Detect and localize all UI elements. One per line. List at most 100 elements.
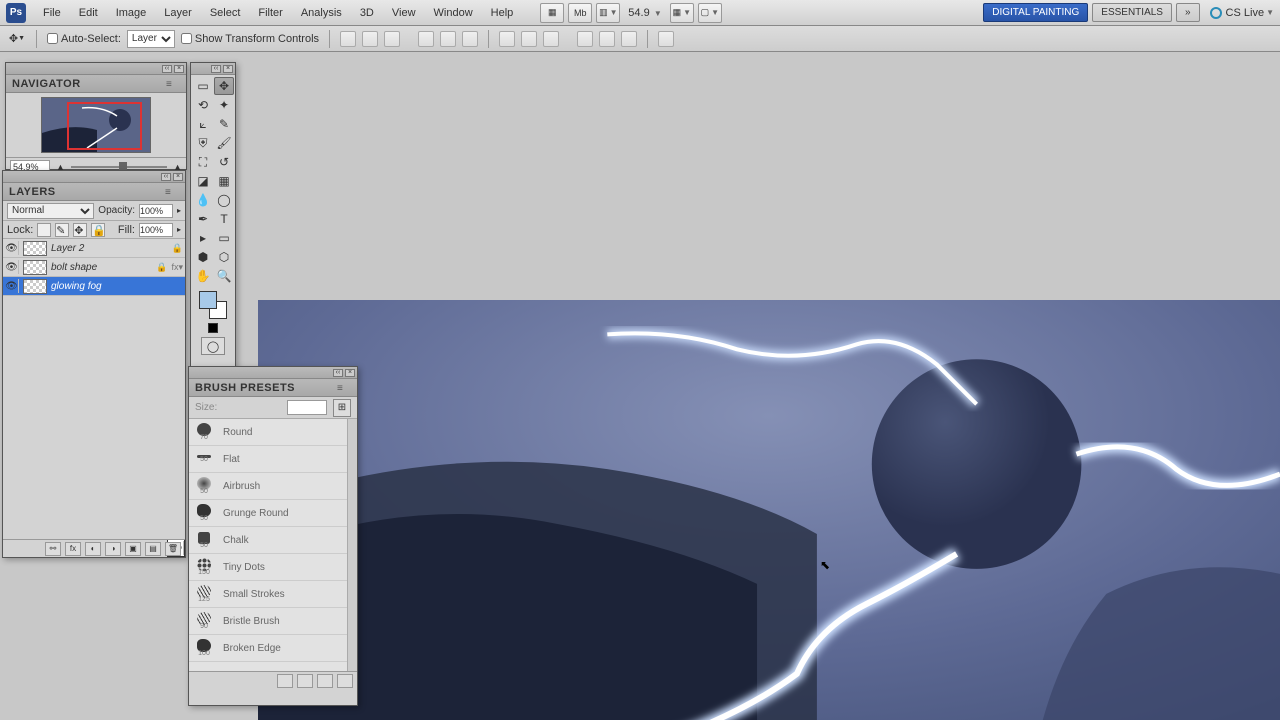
brush-preset-row[interactable]: 125Small Strokes	[189, 581, 357, 608]
delete-brush-icon[interactable]	[337, 674, 353, 688]
distribute-top-icon[interactable]	[499, 31, 515, 47]
layer-row[interactable]: 👁 Layer 2🔒	[3, 239, 185, 258]
layer-thumbnail[interactable]	[23, 260, 47, 275]
distribute-right-icon[interactable]	[621, 31, 637, 47]
brush-opt1-icon[interactable]	[277, 674, 293, 688]
zoom-tool-icon[interactable]: 🔍	[214, 267, 234, 285]
lasso-tool-icon[interactable]: ⟲	[193, 96, 213, 114]
brush-preset-row[interactable]: 90Bristle Brush	[189, 608, 357, 635]
type-tool-icon[interactable]: T	[214, 210, 234, 228]
brush-preset-row[interactable]: 100Broken Edge	[189, 635, 357, 662]
layer-name[interactable]: glowing fog	[51, 281, 183, 292]
panel-close-icon[interactable]: ×	[174, 65, 184, 73]
auto-select-checkbox[interactable]: Auto-Select:	[47, 33, 121, 45]
3d-tool-icon[interactable]: ⬢	[193, 248, 213, 266]
wand-tool-icon[interactable]: ✦	[214, 96, 234, 114]
fx-icon[interactable]: fx▾	[171, 262, 183, 273]
layer-thumbnail[interactable]	[23, 241, 47, 256]
marquee-tool-icon[interactable]: ▭	[193, 77, 213, 95]
panel-close-icon[interactable]: ×	[345, 369, 355, 377]
panel-collapse-icon[interactable]: ‹‹	[211, 65, 221, 73]
align-right-icon[interactable]	[462, 31, 478, 47]
brush-opt2-icon[interactable]	[297, 674, 313, 688]
panel-collapse-icon[interactable]: ‹‹	[162, 65, 172, 73]
panel-collapse-icon[interactable]: ‹‹	[161, 173, 171, 181]
align-top-icon[interactable]	[340, 31, 356, 47]
fill-flyout-icon[interactable]: ▸	[177, 225, 181, 234]
auto-select-dropdown[interactable]: Layer	[127, 30, 175, 48]
pen-tool-icon[interactable]: ✒	[193, 210, 213, 228]
lock-position-icon[interactable]: ✥	[73, 223, 87, 237]
link-layers-icon[interactable]: ⚯	[45, 542, 61, 556]
layer-mask-icon[interactable]: ◐	[85, 542, 101, 556]
workspace-digital-painting[interactable]: DIGITAL PAINTING	[983, 3, 1088, 22]
panel-collapse-icon[interactable]: ‹‹	[333, 369, 343, 377]
visibility-toggle-icon[interactable]: 👁	[5, 260, 19, 274]
move-tool-icon[interactable]: ✥	[214, 77, 234, 95]
blur-tool-icon[interactable]: 💧	[193, 191, 213, 209]
view-extras-icon[interactable]: ▥▼	[596, 3, 620, 23]
auto-align-icon[interactable]	[658, 31, 674, 47]
distribute-bottom-icon[interactable]	[543, 31, 559, 47]
menu-view[interactable]: View	[383, 3, 425, 23]
menu-select[interactable]: Select	[201, 3, 250, 23]
brush-tool-icon[interactable]: 🖌	[214, 134, 234, 152]
layer-name[interactable]: Layer 2	[51, 243, 168, 254]
opacity-flyout-icon[interactable]: ▸	[177, 206, 181, 215]
lock-pixels-icon[interactable]: ✎	[55, 223, 69, 237]
show-transform-checkbox[interactable]: Show Transform Controls	[181, 33, 319, 45]
brush-preset-row[interactable]: 150Tiny Dots	[189, 554, 357, 581]
eraser-tool-icon[interactable]: ◪	[193, 172, 213, 190]
menu-help[interactable]: Help	[482, 3, 523, 23]
brush-toggle-icon[interactable]: ⊞	[333, 399, 351, 417]
brush-preset-row[interactable]: 70Round	[189, 419, 357, 446]
quick-mask-icon[interactable]: ◯	[201, 337, 225, 355]
history-brush-tool-icon[interactable]: ↺	[214, 153, 234, 171]
visibility-toggle-icon[interactable]: 👁	[5, 241, 19, 255]
hand-tool-icon[interactable]: ✋	[193, 267, 213, 285]
fill-input[interactable]	[139, 223, 173, 237]
delete-layer-icon[interactable]: 🗑	[165, 542, 181, 556]
menu-image[interactable]: Image	[107, 3, 156, 23]
brush-preset-row[interactable]: 50Grunge Round	[189, 500, 357, 527]
menu-3d[interactable]: 3D	[351, 3, 383, 23]
menu-analysis[interactable]: Analysis	[292, 3, 351, 23]
navigator-viewport[interactable]	[67, 102, 142, 150]
brush-preset-row[interactable]: 50Airbrush	[189, 473, 357, 500]
workspace-more[interactable]: »	[1176, 3, 1200, 22]
menu-window[interactable]: Window	[425, 3, 482, 23]
panel-menu-icon[interactable]: ≡	[165, 187, 179, 197]
distribute-left-icon[interactable]	[577, 31, 593, 47]
shape-tool-icon[interactable]: ▭	[214, 229, 234, 247]
align-bottom-icon[interactable]	[384, 31, 400, 47]
workspace-essentials[interactable]: ESSENTIALS	[1092, 3, 1172, 22]
stamp-tool-icon[interactable]: ⛶	[193, 153, 213, 171]
panel-menu-icon[interactable]: ≡	[166, 79, 180, 89]
brush-preset-row[interactable]: 50Chalk	[189, 527, 357, 554]
menu-layer[interactable]: Layer	[155, 3, 201, 23]
zoom-level[interactable]: 54.9 ▼	[628, 7, 662, 19]
brush-preset-row[interactable]: 50Flat	[189, 446, 357, 473]
color-swatches[interactable]	[199, 291, 227, 319]
crop-tool-icon[interactable]: ⟀	[193, 115, 213, 133]
new-brush-icon[interactable]	[317, 674, 333, 688]
layer-thumbnail[interactable]	[23, 279, 47, 294]
blend-mode-dropdown[interactable]: Normal	[7, 203, 94, 219]
dodge-tool-icon[interactable]: ◯	[214, 191, 234, 209]
eyedrop-tool-icon[interactable]: ✎	[214, 115, 234, 133]
screen-mode-icon[interactable]: ▢▼	[698, 3, 722, 23]
arrange-docs-icon[interactable]: ▦▼	[670, 3, 694, 23]
distribute-hcenter-icon[interactable]	[599, 31, 615, 47]
brush-scrollbar[interactable]	[347, 419, 357, 671]
3d-camera-tool-icon[interactable]: ⬡	[214, 248, 234, 266]
lock-all-icon[interactable]: 🔒	[91, 223, 105, 237]
path-select-tool-icon[interactable]: ▸	[193, 229, 213, 247]
menu-edit[interactable]: Edit	[70, 3, 107, 23]
heal-tool-icon[interactable]: ⛨	[193, 134, 213, 152]
opacity-input[interactable]	[139, 204, 173, 218]
panel-close-icon[interactable]: ×	[223, 65, 233, 73]
layer-fx-icon[interactable]: fx	[65, 542, 81, 556]
new-layer-icon[interactable]: ▤	[145, 542, 161, 556]
layer-row[interactable]: 👁 bolt shape🔒fx▾	[3, 258, 185, 277]
layer-row[interactable]: 👁 glowing fog	[3, 277, 185, 296]
